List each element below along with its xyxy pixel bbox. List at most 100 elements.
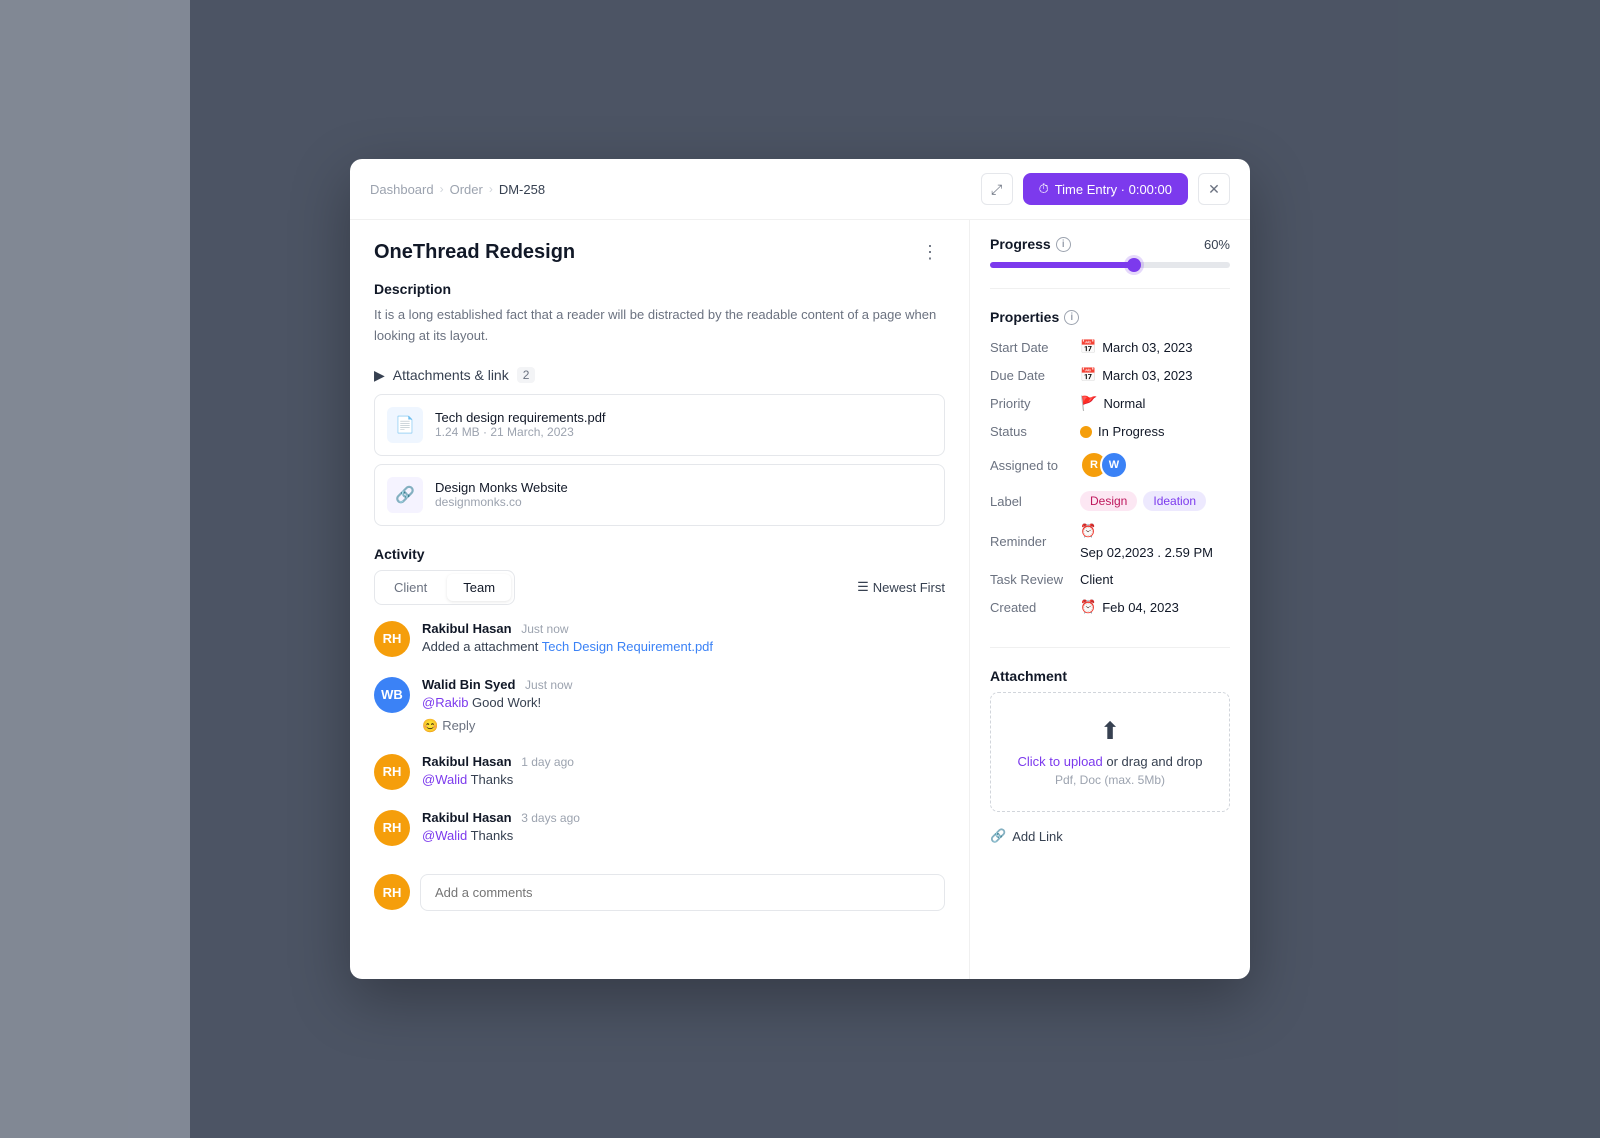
prop-val-review[interactable]: Client (1080, 572, 1113, 587)
attachment-item-link[interactable]: 🔗 Design Monks Website designmonks.co (374, 464, 945, 526)
prop-val-label[interactable]: Design Ideation (1080, 491, 1206, 511)
link-icon: 🔗 (387, 477, 423, 513)
prop-priority: Priority 🚩 Normal (990, 395, 1230, 412)
avatar-rh-3: RH (374, 810, 410, 846)
prop-label: Label Design Ideation (990, 491, 1230, 511)
activity-tabs: Client Team ☰ Newest First (374, 570, 945, 605)
attachments-label: Attachments & link (393, 367, 509, 383)
activity-author-3: Rakibul Hasan (422, 810, 512, 825)
prop-val-status[interactable]: In Progress (1080, 424, 1164, 439)
upload-icon: ⬆ (1007, 717, 1213, 746)
prop-key-created: Created (990, 600, 1080, 615)
prop-key-status: Status (990, 424, 1080, 439)
attachment-upload-zone[interactable]: ⬆ Click to upload or drag and drop Pdf, … (990, 692, 1230, 812)
sort-icon: ☰ (857, 579, 869, 595)
attachments-header[interactable]: ▶ Attachments & link 2 (374, 367, 945, 384)
properties-title: Properties i (990, 309, 1230, 325)
attachment-info-link: Design Monks Website designmonks.co (435, 480, 568, 509)
activity-text-3: @Walid Thanks (422, 828, 945, 843)
upload-hint: Pdf, Doc (max. 5Mb) (1007, 773, 1213, 787)
sort-label: Newest First (873, 580, 945, 595)
prop-val-created[interactable]: ⏰ Feb 04, 2023 (1080, 599, 1179, 615)
upload-text: Click to upload or drag and drop (1007, 754, 1213, 769)
upload-link[interactable]: Click to upload (1017, 754, 1102, 769)
activity-author-1: Walid Bin Syed (422, 677, 515, 692)
prop-val-due[interactable]: 📅 March 03, 2023 (1080, 367, 1193, 383)
prop-created: Created ⏰ Feb 04, 2023 (990, 599, 1230, 615)
activity-text-0: Added a attachment Tech Design Requireme… (422, 639, 945, 654)
breadcrumb-sep-1: › (440, 182, 444, 196)
task-modal: Dashboard › Order › DM-258 ⤢ ⏱ Time Entr… (350, 159, 1250, 979)
time-entry-button[interactable]: ⏱ Time Entry · 0:00:00 (1023, 173, 1188, 205)
attachments-count: 2 (517, 367, 536, 383)
attachment-name-pdf: Tech design requirements.pdf (435, 410, 606, 425)
sort-button[interactable]: ☰ Newest First (857, 579, 945, 595)
reply-area-1: 😊 Reply (422, 718, 945, 734)
prop-key-label: Label (990, 494, 1080, 509)
breadcrumb-order[interactable]: Order (450, 182, 483, 197)
description-text: It is a long established fact that a rea… (374, 305, 945, 347)
tab-group: Client Team (374, 570, 515, 605)
prop-task-review: Task Review Client (990, 572, 1230, 587)
activity-meta-1: Walid Bin Syed Just now (422, 677, 945, 692)
activity-content-3: Rakibul Hasan 3 days ago @Walid Thanks (422, 810, 945, 846)
reply-button-1[interactable]: 😊 Reply (422, 718, 475, 734)
mention-1: @Rakib (422, 695, 468, 710)
activity-content-2: Rakibul Hasan 1 day ago @Walid Thanks (422, 754, 945, 790)
prop-reminder: Reminder ⏰ Sep 02,2023 . 2.59 PM (990, 523, 1230, 560)
progress-thumb (1127, 258, 1141, 272)
task-title: OneThread Redesign (374, 241, 575, 264)
activity-content-0: Rakibul Hasan Just now Added a attachmen… (422, 621, 945, 657)
prop-key-start: Start Date (990, 340, 1080, 355)
activity-item-3: RH Rakibul Hasan 3 days ago @Walid Thank… (374, 810, 945, 846)
prop-status: Status In Progress (990, 424, 1230, 439)
activity-time-2: 1 day ago (521, 755, 574, 769)
activity-time-0: Just now (521, 622, 568, 636)
right-panel: Progress i 60% Properties (970, 220, 1250, 979)
progress-value: 60% (1204, 237, 1230, 252)
modal-body: OneThread Redesign ⋮ Description It is a… (350, 220, 1250, 979)
prop-val-assigned[interactable]: R W (1080, 451, 1120, 479)
properties-info-icon: i (1064, 310, 1079, 325)
clock-icon-created: ⏰ (1080, 599, 1096, 615)
attachment-info-pdf: Tech design requirements.pdf 1.24 MB · 2… (435, 410, 606, 439)
breadcrumb-sep-2: › (489, 182, 493, 196)
task-title-row: OneThread Redesign ⋮ (374, 240, 945, 265)
progress-header: Progress i 60% (990, 236, 1230, 252)
calendar-icon-start: 📅 (1080, 339, 1096, 355)
attachment-item-pdf[interactable]: 📄 Tech design requirements.pdf 1.24 MB ·… (374, 394, 945, 456)
close-icon[interactable]: ✕ (1198, 173, 1230, 205)
activity-item-0: RH Rakibul Hasan Just now Added a attach… (374, 621, 945, 657)
header-actions: ⤢ ⏱ Time Entry · 0:00:00 ✕ (981, 173, 1230, 205)
tab-team[interactable]: Team (447, 574, 511, 601)
activity-author-2: Rakibul Hasan (422, 754, 512, 769)
comment-input[interactable] (420, 874, 945, 911)
activity-link-0: Tech Design Requirement.pdf (542, 639, 713, 654)
activity-item-2: RH Rakibul Hasan 1 day ago @Walid Thanks (374, 754, 945, 790)
expand-icon[interactable]: ⤢ (981, 173, 1013, 205)
status-dot (1080, 426, 1092, 438)
progress-track[interactable] (990, 262, 1230, 268)
description-label: Description (374, 281, 945, 297)
activity-time-1: Just now (525, 678, 572, 692)
activity-text-2: @Walid Thanks (422, 772, 945, 787)
avatar-commenter: RH (374, 874, 410, 910)
progress-info-icon: i (1056, 237, 1071, 252)
comment-input-area: RH (374, 866, 945, 911)
assignee-avatar-2: W (1100, 451, 1128, 479)
prop-val-start[interactable]: 📅 March 03, 2023 (1080, 339, 1193, 355)
more-button[interactable]: ⋮ (915, 240, 945, 265)
add-link-button[interactable]: 🔗 Add Link (990, 824, 1063, 848)
attachment-name-link: Design Monks Website (435, 480, 568, 495)
prop-key-reminder: Reminder (990, 534, 1080, 549)
progress-label: Progress i (990, 236, 1071, 252)
activity-content-1: Walid Bin Syed Just now @Rakib Good Work… (422, 677, 945, 734)
prop-val-reminder[interactable]: ⏰ Sep 02,2023 . 2.59 PM (1080, 523, 1230, 560)
avatar-group: R W (1080, 451, 1120, 479)
breadcrumb: Dashboard › Order › DM-258 (370, 182, 545, 197)
activity-time-3: 3 days ago (521, 811, 580, 825)
tab-client[interactable]: Client (378, 574, 443, 601)
prop-val-priority[interactable]: 🚩 Normal (1080, 395, 1145, 412)
avatar-rh-2: RH (374, 754, 410, 790)
breadcrumb-dashboard[interactable]: Dashboard (370, 182, 434, 197)
